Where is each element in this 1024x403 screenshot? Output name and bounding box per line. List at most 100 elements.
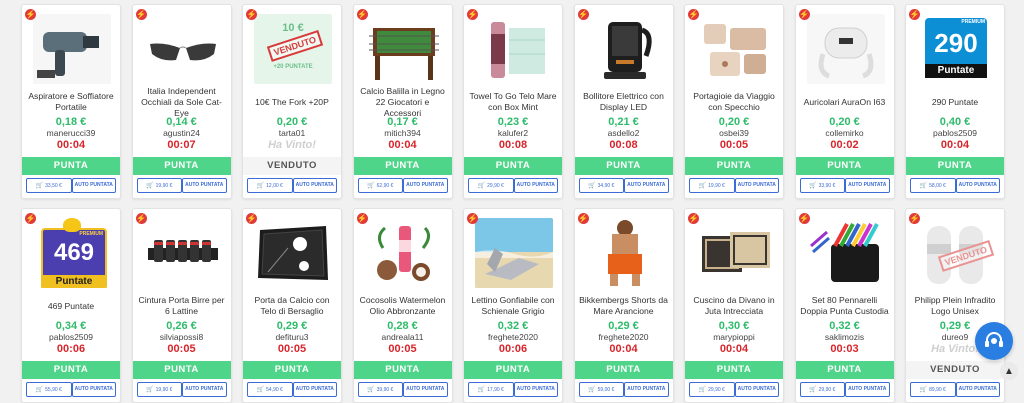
auto-bid-button[interactable]: AUTO PUNTATA — [955, 178, 1000, 193]
buy-now-button[interactable]: 🛒 33,90 € — [799, 178, 845, 193]
product-title[interactable]: Porta da Calcio con Telo di Bersaglio — [247, 291, 337, 321]
auto-bid-button[interactable]: AUTO PUNTATA — [71, 382, 116, 397]
product-image[interactable] — [254, 218, 332, 288]
auto-bid-button[interactable]: AUTO PUNTATA — [734, 382, 779, 397]
bid-button[interactable]: PUNTA — [353, 361, 452, 379]
buy-now-button[interactable]: 🛒 34,90 € — [578, 178, 624, 193]
buy-now-button[interactable]: 🛒 89,90 € — [910, 382, 956, 397]
auto-bid-button[interactable]: AUTO PUNTATA — [513, 178, 558, 193]
product-image[interactable] — [475, 14, 553, 84]
product-card[interactable]: ⚡ Cocosolis Watermelon Olio Abbronzante … — [352, 208, 453, 403]
scroll-top-button[interactable]: ▲ — [1000, 362, 1018, 380]
buy-now-button[interactable]: 🛒 39,90 € — [357, 382, 403, 397]
product-card[interactable]: ⚡ Italia Independent Occhiali da Sole Ca… — [131, 4, 232, 199]
bid-button[interactable]: PUNTA — [795, 361, 894, 379]
product-card[interactable]: ⚡ Bikkembergs Shorts da Mare Arancione 0… — [573, 208, 674, 403]
bid-button[interactable]: PUNTA — [353, 157, 452, 175]
buy-now-button[interactable]: 🛒 29,90 € — [689, 382, 735, 397]
product-image[interactable] — [364, 14, 443, 84]
product-image[interactable] — [585, 14, 664, 84]
bid-button[interactable]: PUNTA — [22, 157, 120, 175]
product-title[interactable]: Aspiratore e Soffiatore Portatile — [26, 87, 116, 117]
buy-now-button[interactable]: 🛒 19,90 € — [136, 382, 182, 397]
product-card[interactable]: ⚡ Bollitore Elettrico con Display LED 0,… — [573, 4, 674, 199]
auto-bid-button[interactable]: AUTO PUNTATA — [845, 178, 890, 193]
product-image[interactable] — [585, 218, 664, 288]
product-image[interactable] — [364, 218, 443, 288]
auto-bid-button[interactable]: AUTO PUNTATA — [71, 178, 116, 193]
auto-bid-button[interactable]: AUTO PUNTATA — [403, 382, 448, 397]
product-card[interactable]: ⚡ VENDUTO Philipp Plein Infradito Logo U… — [905, 208, 1005, 403]
product-card[interactable]: ⚡ Lettino Gonfiabile con Schienale Grigi… — [463, 208, 563, 403]
product-image[interactable] — [806, 14, 885, 84]
bid-button[interactable]: PUNTA — [685, 157, 783, 175]
bid-button[interactable]: PUNTA — [464, 361, 562, 379]
buy-now-button[interactable]: 🛒 29,90 € — [799, 382, 845, 397]
product-title[interactable]: 290 Puntate — [910, 87, 1000, 117]
product-card[interactable]: ⚡ Cintura Porta Birre per 6 Lattine 0,26… — [131, 208, 232, 403]
buy-now-button[interactable]: 🛒 59,00 € — [578, 382, 624, 397]
auto-bid-button[interactable]: AUTO PUNTATA — [182, 382, 227, 397]
product-title[interactable]: Calcio Balilla in Legno 22 Giocatori e A… — [358, 86, 448, 118]
product-title[interactable]: Cintura Porta Birre per 6 Lattine — [137, 291, 227, 321]
bid-button[interactable]: PUNTA — [464, 157, 562, 175]
product-card[interactable]: ⚡ Porta da Calcio con Telo di Bersaglio … — [242, 208, 342, 403]
product-image[interactable] — [696, 218, 774, 288]
support-chat-button[interactable] — [975, 322, 1013, 360]
product-card[interactable]: ⚡ Towel To Go Telo Mare con Box Mint 0,2… — [463, 4, 563, 199]
bid-button[interactable]: PUNTA — [132, 361, 231, 379]
buy-now-button[interactable]: 🛒 19,90 € — [136, 178, 182, 193]
product-image[interactable] — [696, 14, 774, 84]
auto-bid-button[interactable]: AUTO PUNTATA — [955, 382, 1000, 397]
product-title[interactable]: Auricolari AuraOn I63 — [800, 87, 890, 117]
auto-bid-button[interactable]: AUTO PUNTATA — [845, 382, 890, 397]
bid-button[interactable]: PUNTA — [685, 361, 783, 379]
buy-now-button[interactable]: 🛒 58,00 € — [910, 178, 956, 193]
auto-bid-button[interactable]: AUTO PUNTATA — [292, 178, 337, 193]
bid-button[interactable]: PUNTA — [574, 157, 673, 175]
buy-now-button[interactable]: 🛒 19,90 € — [689, 178, 735, 193]
product-title[interactable]: 10€ The Fork +20P — [247, 87, 337, 117]
product-card[interactable]: ⚡ Aspiratore e Soffiatore Portatile 0,18… — [21, 4, 121, 199]
bid-button[interactable]: PUNTA — [22, 361, 120, 379]
product-card[interactable]: ⚡ Set 80 Pennarelli Doppia Punta Custodi… — [794, 208, 895, 403]
product-card[interactable]: ⚡ Auricolari AuraOn I63 0,20 € collemirk… — [794, 4, 895, 199]
buy-now-button[interactable]: 🛒 29,90 € — [468, 178, 514, 193]
product-title[interactable]: 469 Puntate — [26, 291, 116, 321]
buy-now-button[interactable]: 🛒 54,90 € — [247, 382, 293, 397]
auto-bid-button[interactable]: AUTO PUNTATA — [513, 382, 558, 397]
auto-bid-button[interactable]: AUTO PUNTATA — [182, 178, 227, 193]
product-title[interactable]: Bikkembergs Shorts da Mare Arancione — [579, 291, 669, 321]
product-card[interactable]: ⚡ PREMIUM 290 Puntate 290 Puntate 0,40 €… — [905, 4, 1005, 199]
product-image[interactable] — [33, 14, 111, 84]
bid-button[interactable]: PUNTA — [243, 361, 341, 379]
product-title[interactable]: Cocosolis Watermelon Olio Abbronzante — [358, 291, 448, 321]
product-title[interactable]: Lettino Gonfiabile con Schienale Grigio — [468, 291, 558, 321]
buy-now-button[interactable]: 🛒 17,90 € — [468, 382, 514, 397]
buy-now-button[interactable]: 🛒 55,90 € — [26, 382, 72, 397]
product-title[interactable]: Towel To Go Telo Mare con Box Mint — [468, 87, 558, 117]
product-title[interactable]: Portagioie da Viaggio con Specchio — [689, 87, 779, 117]
product-card[interactable]: ⚡ PREMIUM 469 Puntate 469 Puntate 0,34 €… — [21, 208, 121, 403]
product-title[interactable]: Cuscino da Divano in Juta Intrecciata — [689, 291, 779, 321]
product-image[interactable]: PREMIUM 290 Puntate — [917, 14, 995, 84]
buy-now-button[interactable]: 🛒 33,50 € — [26, 178, 72, 193]
product-image[interactable] — [143, 218, 222, 288]
product-title[interactable]: Bollitore Elettrico con Display LED — [579, 87, 669, 117]
product-image[interactable] — [143, 14, 222, 84]
auto-bid-button[interactable]: AUTO PUNTATA — [734, 178, 779, 193]
product-card[interactable]: ⚡ Cuscino da Divano in Juta Intrecciata … — [684, 208, 784, 403]
product-image[interactable]: 10 € +20 PUNTATE VENDUTO — [254, 14, 332, 84]
product-image[interactable]: PREMIUM 469 Puntate — [33, 218, 111, 288]
auto-bid-button[interactable]: AUTO PUNTATA — [403, 178, 448, 193]
product-title[interactable]: Italia Independent Occhiali da Sole Cat-… — [137, 86, 227, 118]
product-card[interactable]: ⚡ Calcio Balilla in Legno 22 Giocatori e… — [352, 4, 453, 199]
product-image[interactable] — [475, 218, 553, 288]
auto-bid-button[interactable]: AUTO PUNTATA — [292, 382, 337, 397]
product-image[interactable] — [806, 218, 885, 288]
product-title[interactable]: Philipp Plein Infradito Logo Unisex — [910, 291, 1000, 321]
bid-button[interactable]: PUNTA — [574, 361, 673, 379]
bid-button[interactable]: PUNTA — [906, 157, 1004, 175]
auto-bid-button[interactable]: AUTO PUNTATA — [624, 382, 669, 397]
buy-now-button[interactable]: 🛒 62,90 € — [357, 178, 403, 193]
